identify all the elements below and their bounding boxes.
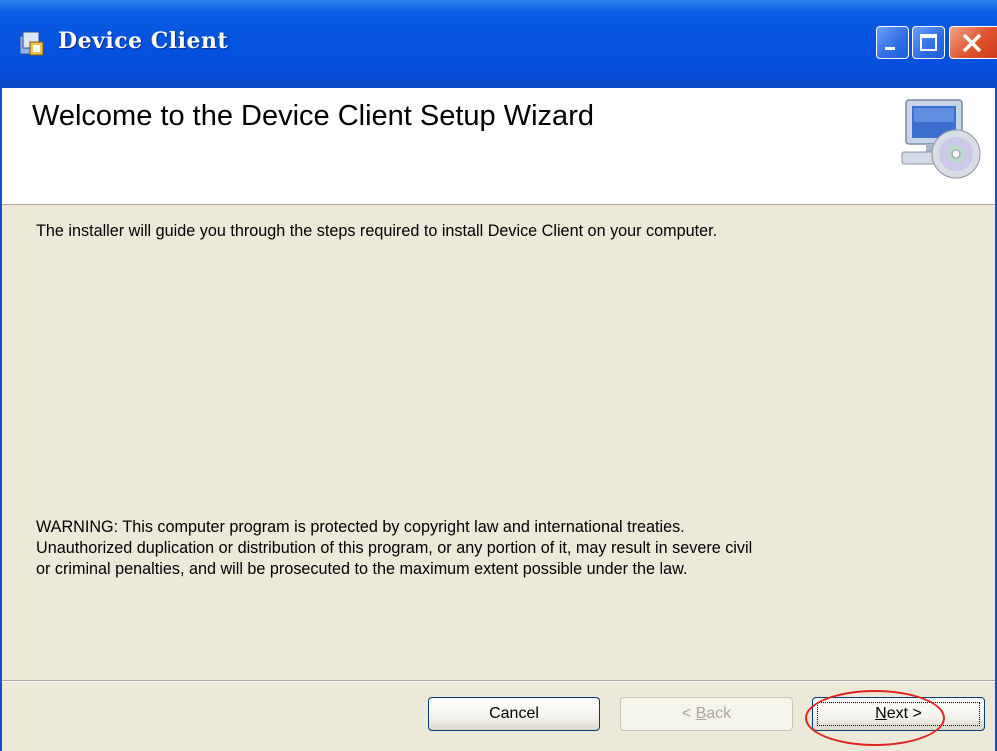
window-title: Device Client — [58, 28, 229, 54]
copyright-warning: WARNING: This computer program is protec… — [36, 517, 752, 580]
minimize-button[interactable] — [876, 26, 909, 59]
close-icon — [962, 33, 982, 53]
intro-text: The installer will guide you through the… — [36, 222, 718, 240]
back-button[interactable]: < Back — [620, 697, 793, 731]
back-button-label: ack — [706, 705, 732, 722]
cancel-button[interactable]: Cancel — [428, 697, 600, 731]
window-frame-left — [0, 88, 2, 751]
next-button[interactable]: Next > — [812, 697, 985, 731]
minimize-icon — [885, 47, 895, 50]
maximize-button[interactable] — [912, 26, 945, 59]
computer-cd-icon — [901, 99, 981, 179]
warning-line: WARNING: This computer program is protec… — [36, 518, 685, 536]
installer-app-icon — [19, 31, 44, 56]
title-bar[interactable]: Device Client — [0, 0, 997, 88]
back-button-accelerator: B — [695, 705, 707, 722]
back-button-prefix: < — [681, 705, 696, 722]
warning-line: Unauthorized duplication or distribution… — [36, 539, 753, 557]
focus-rectangle — [817, 702, 980, 726]
installer-window: Device Client Welcome to the Device Clie… — [0, 0, 997, 751]
page-title: Welcome to the Device Client Setup Wizar… — [32, 100, 594, 132]
warning-line: or criminal penalties, and will be prose… — [36, 560, 688, 578]
maximize-icon — [920, 34, 937, 51]
close-button[interactable] — [949, 26, 997, 59]
footer-divider — [0, 680, 997, 682]
